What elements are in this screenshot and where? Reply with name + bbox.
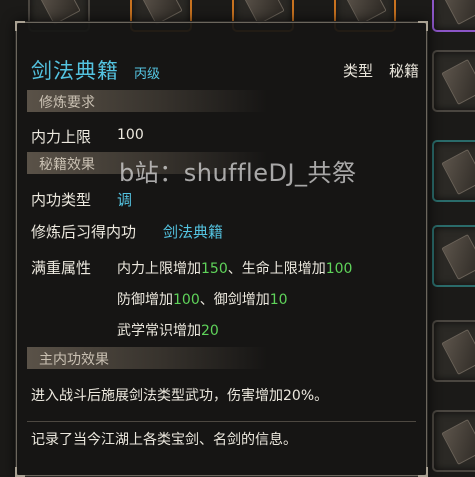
main-effect-description: 进入战斗后施展剑法类型武功，伤害增加20%。 xyxy=(31,388,329,404)
attribute-value: 20 xyxy=(201,323,219,339)
item-name: 剑法典籍 xyxy=(31,59,119,83)
item-grade: 丙级 xyxy=(134,67,161,82)
attribute-label: 防御增加 xyxy=(117,292,173,308)
item-type-value: 秘籍 xyxy=(389,62,420,80)
divider xyxy=(27,421,416,422)
kungfu-type-value: 调 xyxy=(117,191,133,209)
inventory-slot[interactable] xyxy=(432,140,475,202)
learned-kungfu-value: 剑法典籍 xyxy=(163,223,224,241)
watermark: b站：shuffleDJ_共祭 xyxy=(119,159,357,187)
attribute-separator: 、 xyxy=(227,261,242,277)
attribute-value: 150 xyxy=(201,261,228,277)
inventory-slot[interactable] xyxy=(432,50,475,112)
requirements-section-title: 修炼要求 xyxy=(39,95,95,111)
attribute-value: 100 xyxy=(173,292,200,308)
inner-power-label: 内力上限 xyxy=(31,128,92,146)
attribute-row: 武学常识增加20 xyxy=(117,320,219,340)
attribute-separator: 、 xyxy=(199,292,214,308)
main-effect-section-header: 主内功效果 xyxy=(27,347,267,369)
attribute-label: 内力上限增加 xyxy=(117,261,201,277)
flavor-text: 记录了当今江湖上各类宝剑、名剑的信息。 xyxy=(31,432,297,448)
kungfu-type-label: 内功类型 xyxy=(31,191,92,209)
requirements-section-header: 修炼要求 xyxy=(27,90,267,112)
full-attributes-label: 满重属性 xyxy=(31,259,92,277)
book-icon xyxy=(441,419,475,465)
main-effect-section-title: 主内功效果 xyxy=(39,352,109,368)
attribute-label: 生命上限增加 xyxy=(241,261,326,277)
attribute-value: 10 xyxy=(269,292,288,308)
book-icon xyxy=(441,149,475,195)
book-icon xyxy=(441,0,475,25)
attribute-row: 防御增加100、御剑增加10 xyxy=(117,289,288,309)
inventory-slot[interactable] xyxy=(432,410,475,472)
attribute-label: 武学常识增加 xyxy=(117,323,201,339)
book-icon xyxy=(441,59,475,105)
item-type-label: 类型 xyxy=(343,62,374,80)
inventory-slot[interactable] xyxy=(432,320,475,382)
effects-section-title: 秘籍效果 xyxy=(39,157,95,173)
attribute-value: 100 xyxy=(325,261,353,277)
item-tooltip: 剑法典籍 丙级 类型 秘籍 修炼要求 内力上限 100 秘籍效果 b站：shuf… xyxy=(15,21,428,477)
book-icon xyxy=(441,234,475,280)
attribute-row: 内力上限增加150、生命上限增加100 xyxy=(117,258,352,278)
inventory-slot[interactable] xyxy=(432,225,475,287)
inner-power-value: 100 xyxy=(117,127,144,143)
book-icon xyxy=(441,329,475,375)
inventory-slot[interactable] xyxy=(432,0,475,32)
learned-kungfu-label: 修炼后习得内功 xyxy=(31,223,137,241)
attribute-label: 御剑增加 xyxy=(213,292,270,308)
